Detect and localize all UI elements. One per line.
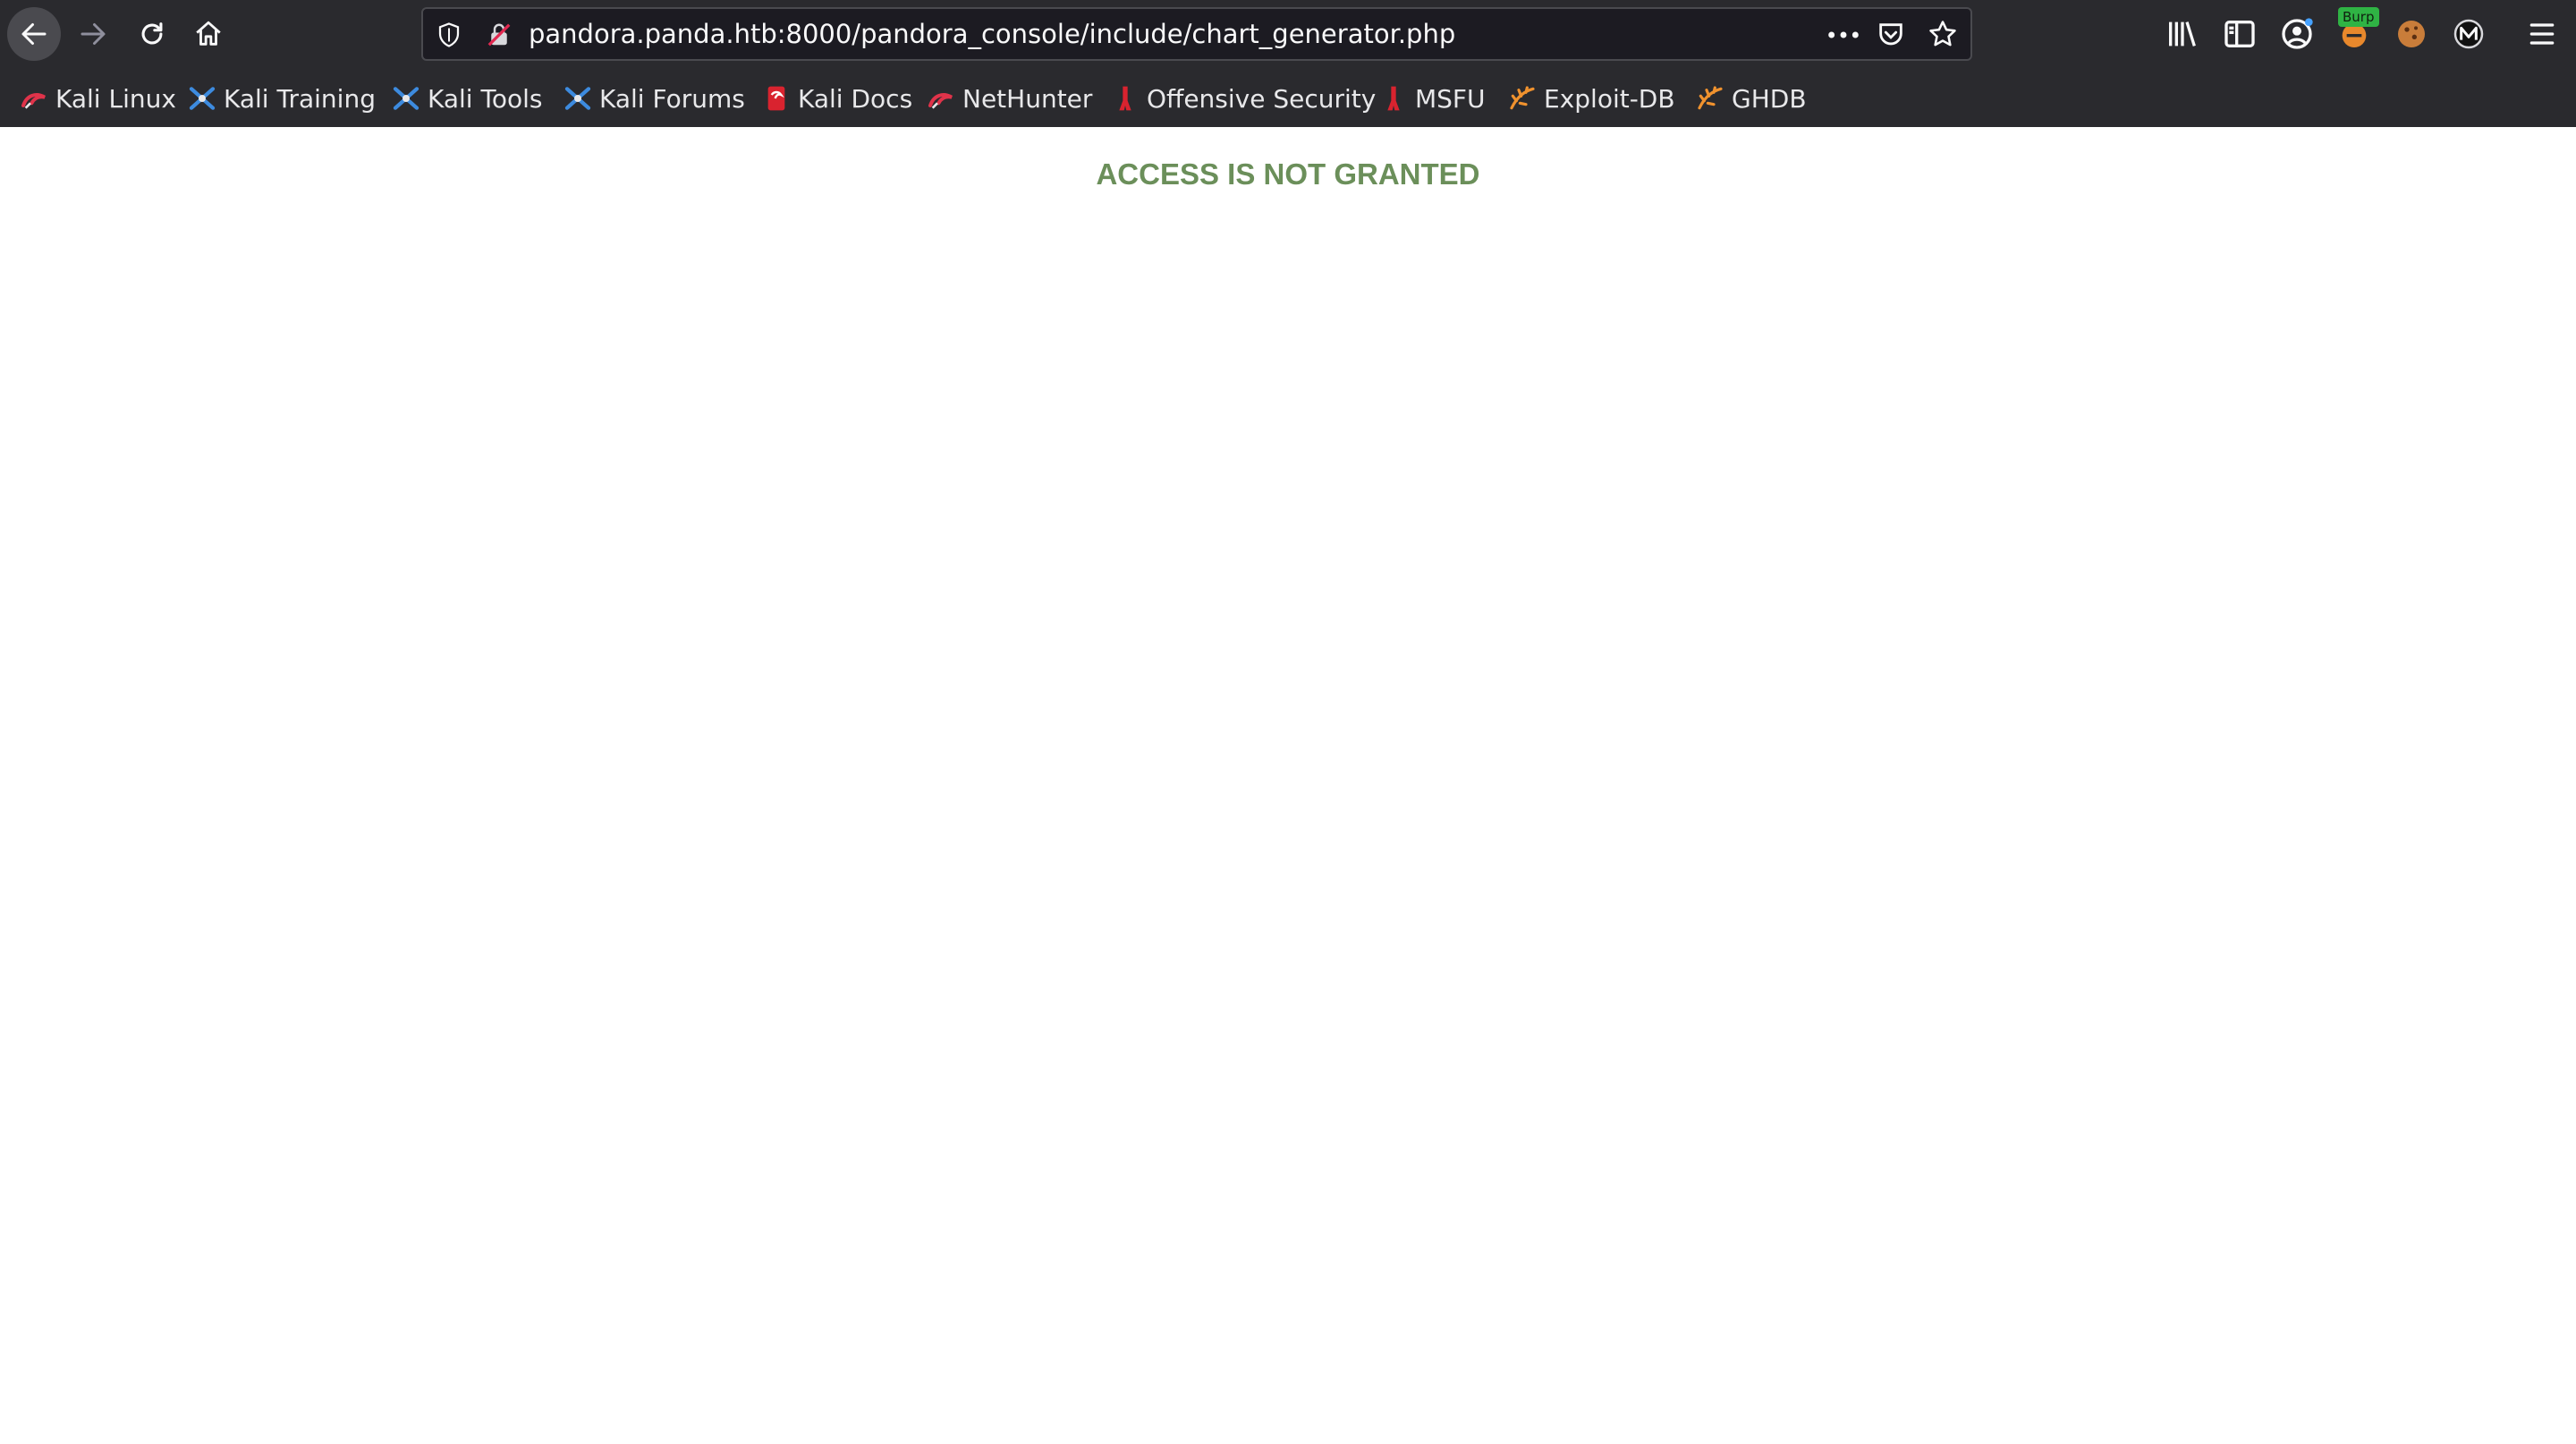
bookmark-label: Kali Tools — [428, 83, 543, 114]
shield-icon[interactable] — [436, 21, 462, 48]
account-icon[interactable] — [2279, 16, 2315, 52]
msfu-icon — [1387, 86, 1400, 111]
bookmark-offensive-security[interactable]: Offensive Security — [1111, 75, 1376, 122]
navigation-toolbar: pandora.panda.htb:8000/pandora_console/i… — [0, 0, 2576, 68]
more-dots-icon[interactable] — [1826, 21, 1861, 48]
forward-button[interactable] — [66, 7, 120, 61]
back-button[interactable] — [7, 7, 61, 61]
bookmark-label: Kali Training — [224, 83, 376, 114]
bookmark-kali-forums[interactable]: Kali Forums — [564, 75, 745, 122]
kali-docs-icon — [767, 86, 785, 111]
bookmarks-toolbar: Kali Linux Kali Training Kali Tools Kali… — [0, 75, 2576, 122]
bookmark-kali-linux[interactable]: Kali Linux — [20, 75, 176, 122]
cookie-extension-icon[interactable] — [2394, 16, 2429, 52]
sidebar-icon[interactable] — [2222, 16, 2258, 52]
home-button[interactable] — [182, 7, 235, 61]
access-denied-message: ACCESS IS NOT GRANTED — [1096, 157, 1480, 191]
back-arrow-icon — [21, 23, 47, 45]
pocket-icon[interactable] — [1876, 20, 1906, 50]
bookmark-label: NetHunter — [962, 83, 1093, 114]
bookmark-kali-tools[interactable]: Kali Tools — [392, 75, 542, 122]
bookmark-kali-docs[interactable]: Kali Docs — [762, 75, 912, 122]
address-bar[interactable]: pandora.panda.htb:8000/pandora_console/i… — [421, 7, 1972, 61]
bookmark-label: GHDB — [1732, 83, 1807, 114]
home-icon — [196, 21, 221, 46]
exploit-db-icon — [1510, 86, 1535, 110]
bookmark-label: Kali Linux — [55, 83, 176, 114]
bookmark-star-icon[interactable] — [1928, 19, 1958, 49]
bookmark-kali-training[interactable]: Kali Training — [188, 75, 376, 122]
bookmark-msfu[interactable]: MSFU — [1379, 75, 1486, 122]
reload-button[interactable] — [125, 7, 179, 61]
insecure-lock-icon[interactable] — [486, 21, 513, 48]
bookmark-ghdb[interactable]: GHDB — [1696, 75, 1807, 122]
url-text[interactable]: pandora.panda.htb:8000/pandora_console/i… — [529, 9, 1455, 59]
extension-m-icon[interactable] — [2451, 16, 2487, 52]
ghdb-icon — [1698, 86, 1723, 110]
reload-icon — [141, 22, 163, 45]
nethunter-icon — [928, 93, 953, 109]
hamburger-menu-icon[interactable] — [2524, 16, 2560, 52]
kali-dragon-icon — [21, 93, 46, 109]
bookmark-label: Exploit-DB — [1544, 83, 1675, 114]
bookmark-label: Kali Forums — [599, 83, 745, 114]
forward-arrow-icon — [80, 23, 106, 45]
offsec-icon — [1119, 86, 1131, 111]
browser-chrome: pandora.panda.htb:8000/pandora_console/i… — [0, 0, 2576, 127]
kali-training-icon — [189, 87, 216, 110]
page-content: ACCESS IS NOT GRANTED — [0, 127, 2576, 1444]
kali-tools-icon — [393, 87, 419, 110]
bookmark-exploit-db[interactable]: Exploit-DB — [1508, 75, 1675, 122]
burp-badge: Burp — [2338, 7, 2379, 27]
bookmark-label: MSFU — [1415, 83, 1486, 114]
kali-forums-icon — [564, 87, 591, 110]
bookmark-label: Kali Docs — [798, 83, 913, 114]
bookmark-label: Offensive Security — [1147, 83, 1377, 114]
library-icon[interactable] — [2165, 16, 2200, 52]
bookmark-nethunter[interactable]: NetHunter — [927, 75, 1092, 122]
